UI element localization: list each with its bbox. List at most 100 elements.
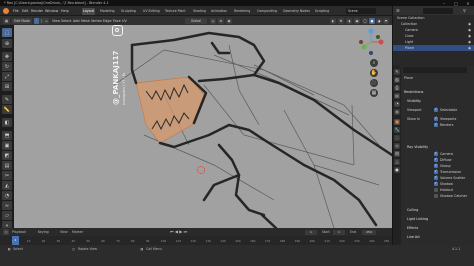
tab-texture-paint[interactable]: Texture Paint [164, 8, 187, 15]
tab-layout[interactable]: Layout [82, 7, 95, 15]
select-box-tool-icon[interactable]: ⬚ [2, 28, 12, 37]
viewports-checkbox[interactable] [434, 115, 438, 121]
output-tab-icon[interactable]: ⎙ [394, 85, 400, 91]
tab-geometry-nodes[interactable]: Geometry Nodes [282, 8, 311, 15]
menu-file[interactable]: File [13, 8, 19, 14]
measure-tool-icon[interactable]: 📏 [2, 105, 12, 114]
menu-edit[interactable]: Edit [22, 8, 29, 14]
menu-uv[interactable]: UV [122, 18, 127, 24]
wireframe-shading-icon[interactable]: ◯ [362, 17, 368, 24]
mode-dropdown[interactable]: Edit Mode [12, 17, 32, 24]
editor-type-icon[interactable]: ▦ [3, 17, 10, 24]
end-frame-field[interactable]: 250 [362, 229, 376, 235]
scale-tool-icon[interactable]: ⤢ [2, 72, 12, 81]
data-tab-icon[interactable]: △ [394, 159, 400, 165]
move-tool-icon[interactable]: ✥ [2, 52, 12, 61]
eye-icon[interactable]: ◉ [468, 45, 471, 51]
section-line-art[interactable]: Line Art [407, 235, 420, 239]
properties-search-input[interactable] [403, 67, 467, 73]
add-cube-tool-icon[interactable]: ◧ [2, 118, 12, 127]
blender-logo-icon[interactable] [3, 8, 9, 14]
menu-timeline-view[interactable]: View [60, 230, 68, 234]
modifier-tab-icon[interactable]: 🔧 [394, 127, 400, 133]
menu-marker[interactable]: Marker [72, 230, 83, 234]
smooth-tool-icon[interactable]: ≈ [2, 201, 12, 210]
pan-icon[interactable]: ✋ [370, 69, 378, 77]
tab-compositing[interactable]: Compositing [256, 8, 278, 15]
visibility-icon[interactable]: ◐ [330, 17, 336, 24]
selectable-checkbox[interactable] [434, 106, 438, 112]
scene-selector[interactable]: Scene [346, 8, 376, 14]
proportional-edit-icon[interactable]: ◉ [226, 17, 232, 24]
rendered-shading-icon[interactable]: ◓ [383, 17, 389, 24]
holdout-checkbox[interactable] [434, 188, 438, 192]
spin-tool-icon[interactable]: ◔ [2, 191, 12, 200]
tab-shading[interactable]: Shading [192, 8, 207, 15]
filter-icon[interactable]: ⚲ [463, 8, 466, 13]
particles-tab-icon[interactable]: ∴ [394, 135, 400, 141]
bevel-tool-icon[interactable]: ◩ [2, 151, 12, 160]
gizmo-icon[interactable]: ✥ [338, 17, 344, 24]
current-frame-field[interactable]: 1 [305, 229, 317, 235]
section-ray-visibility[interactable]: Ray Visibility [407, 145, 428, 149]
scene-tab-icon[interactable]: ◔ [394, 101, 400, 107]
menu-render[interactable]: Render [31, 8, 43, 14]
outliner-row-plane[interactable]: Plane ◉ [393, 45, 474, 51]
tab-uv-editing[interactable]: UV Editing [142, 8, 161, 15]
menu-select[interactable]: Select [61, 18, 71, 24]
face-select-icon[interactable]: ▫ [44, 17, 49, 24]
knife-tool-icon[interactable]: ✂ [2, 171, 12, 180]
snap-icon[interactable]: ⊡ [218, 17, 224, 24]
timeline-ruler[interactable]: 1 0 10 20 30 40 50 60 70 80 90 100 110 120 130 140 150 1… [0, 236, 392, 245]
transform-orientation-dropdown[interactable]: Global [185, 17, 207, 24]
transform-tool-icon[interactable]: ⊞ [2, 82, 12, 91]
tab-animation[interactable]: Animation [210, 8, 228, 15]
annotate-tool-icon[interactable]: ✎ [2, 95, 12, 104]
cursor-tool-icon[interactable]: ⊕ [2, 39, 12, 48]
navigation-gizmo[interactable] [356, 27, 386, 57]
glossy-checkbox[interactable] [434, 162, 438, 168]
menu-vertex[interactable]: Vertex [91, 18, 102, 24]
zoom-icon[interactable]: ⌕ [370, 59, 378, 67]
object-tab-icon[interactable]: ■ [394, 119, 400, 125]
3d-viewport[interactable]: @_PANKAJ117 Instagram / YT / fb ⌕ ✋ 🎥 ▦ [14, 25, 392, 228]
solid-shading-icon[interactable]: ● [369, 17, 375, 24]
shear-tool-icon[interactable]: ▱ [2, 211, 12, 220]
tab-sculpting[interactable]: Sculpting [120, 8, 137, 15]
overlay-icon[interactable]: ◑ [346, 17, 352, 24]
extrude-tool-icon[interactable]: ⬒ [2, 131, 12, 140]
menu-keying[interactable]: Keying [38, 230, 49, 234]
section-light-linking[interactable]: Light Linking [407, 217, 428, 221]
menu-add[interactable]: Add [73, 18, 80, 24]
material-shading-icon[interactable]: ◕ [376, 17, 382, 24]
poly-build-tool-icon[interactable]: ◭ [2, 181, 12, 190]
timeline-editor-type-icon[interactable]: ◷ [3, 229, 9, 235]
outliner-editor-icon[interactable]: ☰ [396, 8, 400, 13]
viewport-canvas[interactable] [14, 25, 392, 228]
tool-tab-icon[interactable]: ✎ [394, 69, 400, 75]
world-tab-icon[interactable]: ◍ [394, 109, 400, 115]
transmission-checkbox[interactable] [434, 168, 438, 174]
section-culling[interactable]: Culling [407, 208, 418, 212]
menu-mesh[interactable]: Mesh [81, 18, 90, 24]
tab-rendering[interactable]: Rendering [233, 8, 251, 15]
menu-help[interactable]: Help [61, 8, 69, 14]
view-layer-tab-icon[interactable]: ▤ [394, 93, 400, 99]
shadow-catcher-checkbox[interactable] [434, 194, 438, 198]
playback-controls[interactable]: ⏮ ◀ ▶ ⏭ [170, 229, 187, 234]
shadow-checkbox[interactable] [434, 180, 438, 186]
section-restrictions[interactable]: Restrictions [404, 90, 423, 94]
menu-view[interactable]: View [52, 18, 60, 24]
rotate-tool-icon[interactable]: ↻ [2, 62, 12, 71]
pivot-icon[interactable]: ◎ [210, 17, 216, 24]
tab-scripting[interactable]: Scripting [314, 8, 330, 15]
constraints-tab-icon[interactable]: ⛓ [394, 151, 400, 157]
menu-edge[interactable]: Edge [103, 18, 112, 24]
section-effects[interactable]: Effects [407, 226, 418, 230]
volume-scatter-checkbox[interactable] [434, 174, 438, 180]
section-visibility[interactable]: Visibility [407, 99, 421, 103]
physics-tab-icon[interactable]: ◎ [394, 143, 400, 149]
menu-playback[interactable]: Playback [12, 230, 26, 234]
diffuse-checkbox[interactable] [434, 156, 438, 162]
material-tab-icon[interactable]: ● [394, 167, 400, 173]
